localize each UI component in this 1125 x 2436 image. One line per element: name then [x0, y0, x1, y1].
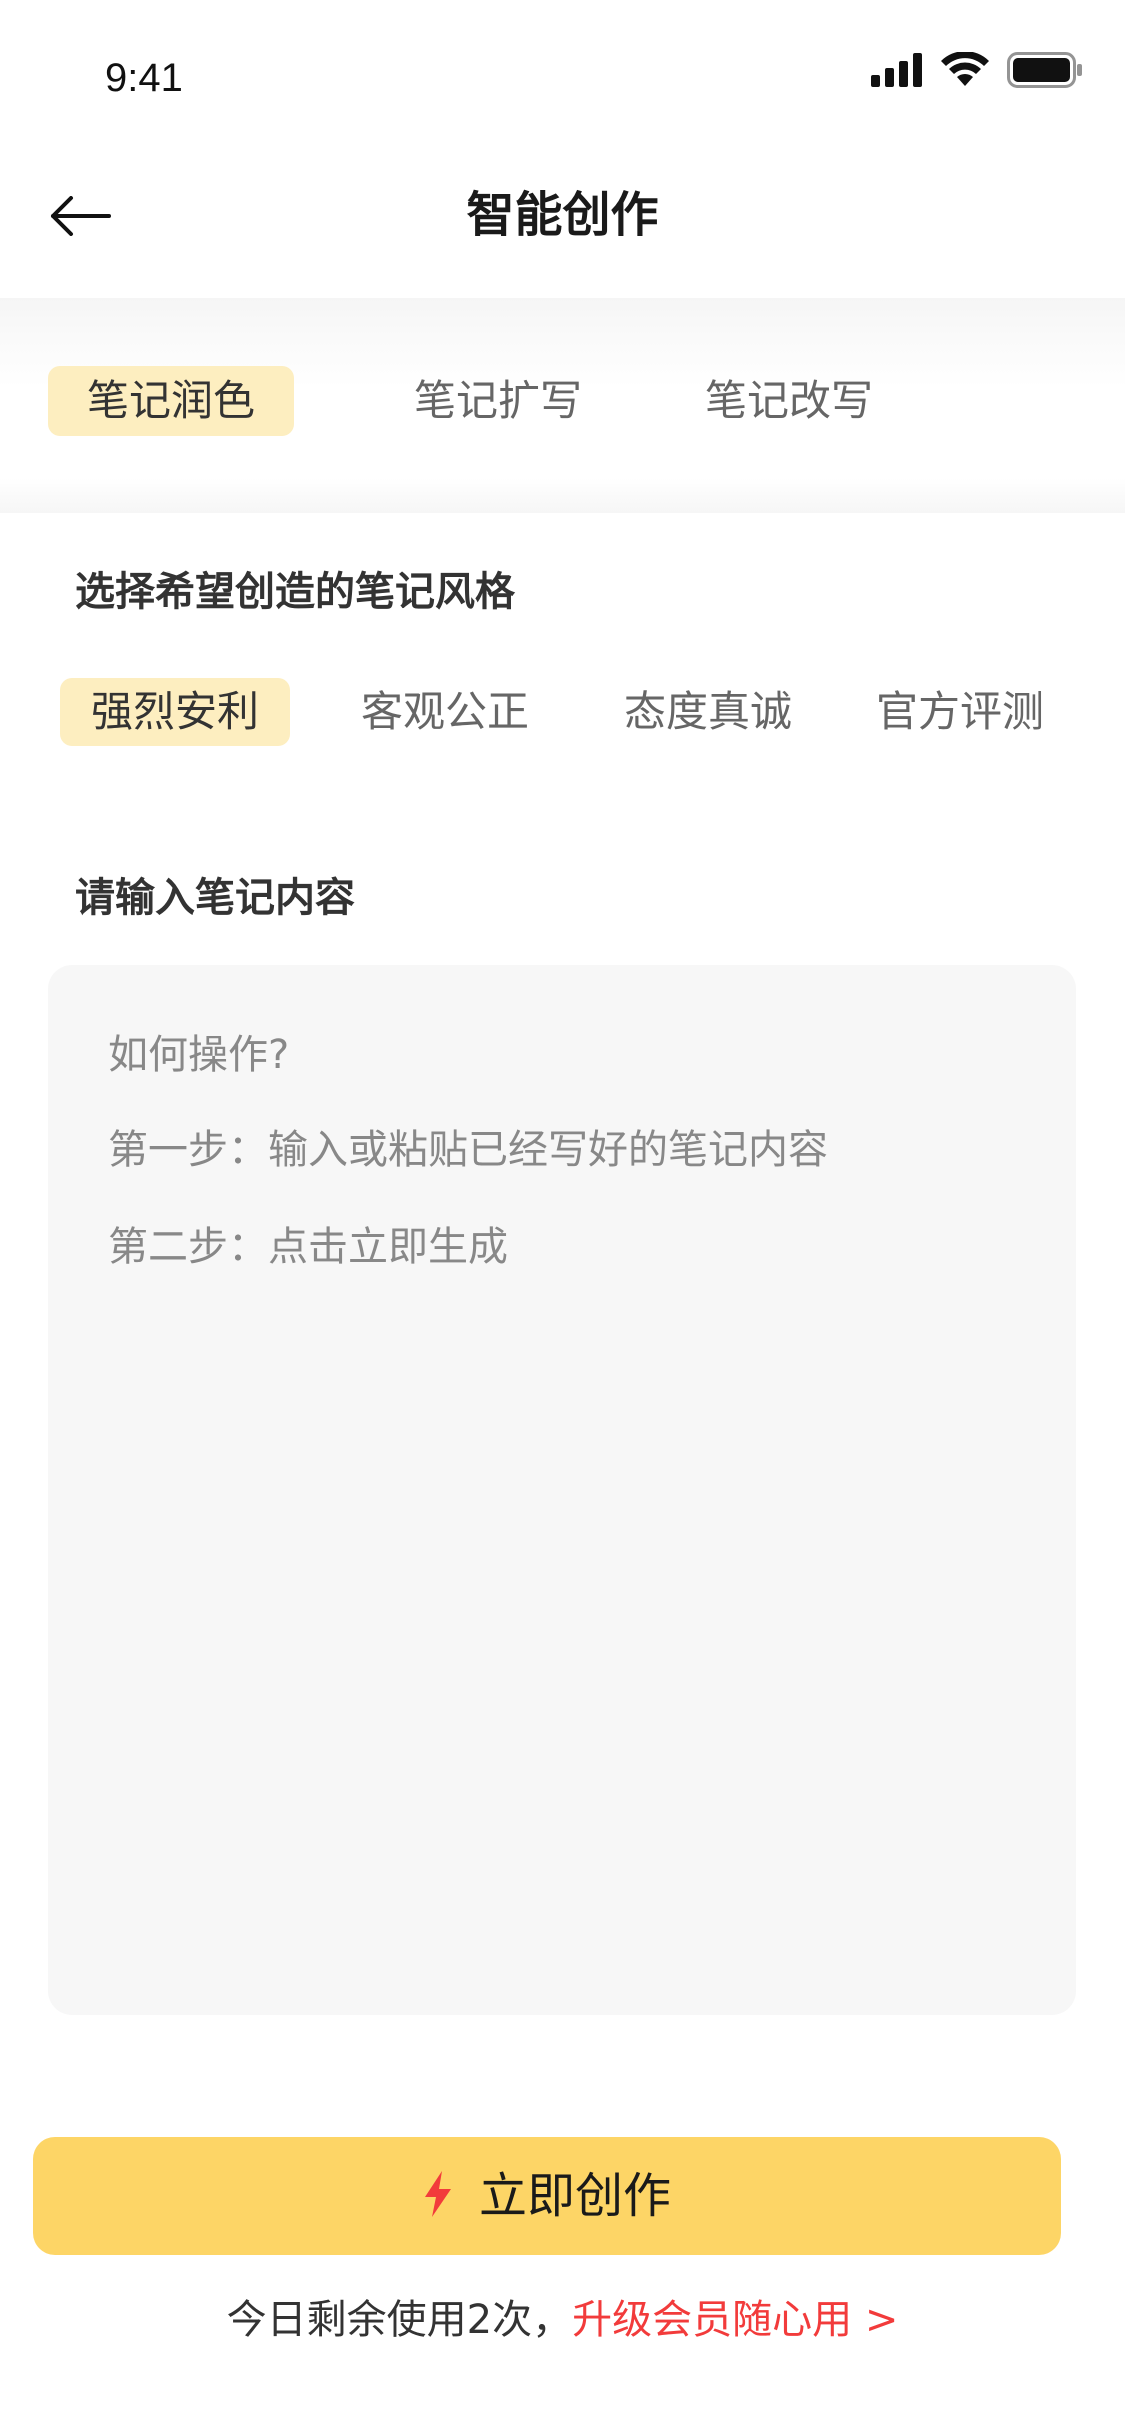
create-now-label: 立即创作 — [478, 2168, 671, 2224]
status-icons — [871, 51, 1083, 92]
style-option-official-review[interactable]: 官方评测 — [845, 678, 1075, 746]
status-time: 9:41 — [105, 56, 183, 100]
placeholder-line: 如何操作? — [108, 1032, 290, 1078]
quota-text: 今日剩余使用2次， — [226, 2297, 573, 2343]
nav-header: 智能创作 — [0, 150, 1125, 280]
tab-note-rewrite[interactable]: 笔记改写 — [666, 366, 912, 436]
style-section-label: 选择希望创造的笔记风格 — [75, 569, 515, 615]
note-content-input[interactable]: 如何操作? 第一步：输入或粘贴已经写好的笔记内容 第二步：点击立即生成 — [48, 965, 1076, 2015]
style-option-sincere[interactable]: 态度真诚 — [593, 678, 823, 746]
placeholder-line: 第一步：输入或粘贴已经写好的笔记内容 — [108, 1127, 828, 1173]
upgrade-membership-link[interactable]: 升级会员随心用 > — [572, 2297, 898, 2343]
mode-tab-bar: 笔记润色 笔记扩写 笔记改写 — [0, 298, 1125, 513]
lightning-icon — [423, 2171, 453, 2221]
tab-note-polish[interactable]: 笔记润色 — [48, 366, 294, 436]
page-title: 智能创作 — [466, 187, 659, 243]
status-bar: 9:41 — [0, 0, 1125, 130]
style-option-strong-recommend[interactable]: 强烈安利 — [60, 678, 290, 746]
content-section-label: 请输入笔记内容 — [75, 875, 355, 921]
battery-icon — [1007, 52, 1083, 92]
usage-quota: 今日剩余使用2次，升级会员随心用 > — [0, 2290, 1125, 2350]
placeholder-line: 第二步：点击立即生成 — [108, 1224, 508, 1270]
tab-note-expand[interactable]: 笔记扩写 — [375, 366, 621, 436]
cellular-signal-icon — [871, 53, 923, 91]
create-now-button[interactable]: 立即创作 — [33, 2137, 1061, 2255]
wifi-icon — [941, 51, 989, 92]
style-option-objective[interactable]: 客观公正 — [330, 678, 560, 746]
